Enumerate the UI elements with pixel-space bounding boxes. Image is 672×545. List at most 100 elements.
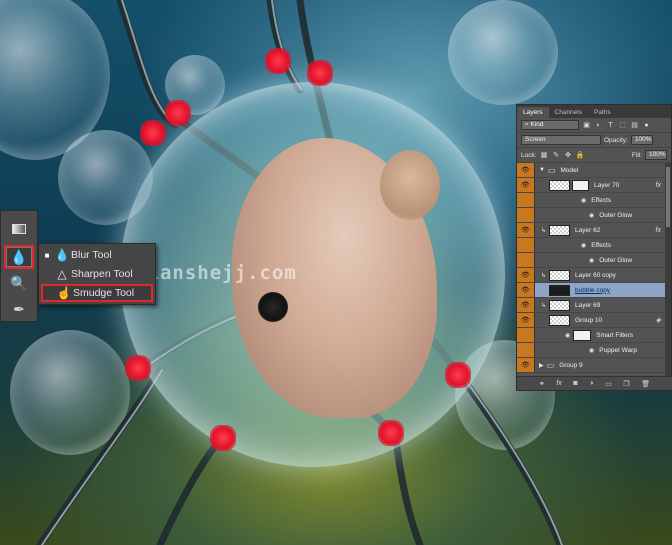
active-bullet-icon: ■ <box>44 250 50 260</box>
shape-filter-icon[interactable]: ⬚ <box>618 121 627 130</box>
panel-tab-bar: Layers Channels Paths <box>517 105 671 118</box>
clip-arrow-icon: ↳ <box>541 272 547 279</box>
red-light <box>165 100 191 126</box>
flyout-item-smudge[interactable]: ☝ Smudge Tool <box>41 284 153 302</box>
tab-channels[interactable]: Channels <box>549 107 588 118</box>
lock-position-icon[interactable]: ✥ <box>564 151 573 160</box>
tab-paths[interactable]: Paths <box>588 107 617 118</box>
new-layer-icon[interactable]: ❐ <box>623 380 629 388</box>
gradient-tool-button[interactable] <box>4 217 34 241</box>
visibility-eye-icon[interactable]: 👁 <box>517 223 535 237</box>
layer-row-smart-filters[interactable]: ◉ Smart Filters <box>517 328 665 343</box>
pixel-filter-icon[interactable]: ▣ <box>582 121 591 130</box>
tab-layers[interactable]: Layers <box>517 107 549 118</box>
red-light <box>125 355 151 381</box>
layer-thumbnail <box>549 224 571 236</box>
lock-transparency-icon[interactable]: ▦ <box>540 151 549 160</box>
visibility-eye-icon[interactable]: 👁 <box>517 298 535 312</box>
eye-small-icon[interactable]: ◉ <box>581 242 586 249</box>
layer-thumbnail <box>549 269 571 281</box>
visibility-eye-icon[interactable]: 👁 <box>517 358 535 372</box>
folder-icon[interactable]: ▭ <box>605 380 612 388</box>
flyout-item-label: Sharpen Tool <box>71 268 133 280</box>
lock-row: Lock: ▦ ✎ ✥ 🔒 Fill: 100% <box>517 148 671 163</box>
lock-all-icon[interactable]: 🔒 <box>576 151 585 160</box>
figure-head <box>380 150 440 220</box>
layer-row-puppet-warp[interactable]: ◉ Puppet Warp <box>517 343 665 358</box>
layer-row-layer-60-copy[interactable]: 👁 ↳ Layer 60 copy <box>517 268 665 283</box>
layer-row-bubble-copy[interactable]: 👁 bubble copy <box>517 283 665 298</box>
layer-row-effects[interactable]: ◉ Effects <box>517 193 665 208</box>
sharpen-triangle-icon: △ <box>57 267 67 281</box>
dodge-tool-button[interactable]: 🔍 <box>4 271 34 295</box>
layer-row-model[interactable]: 👁 ▼ ▭ Model <box>517 163 665 178</box>
adjustment-icon[interactable]: ◑ <box>589 380 593 387</box>
eye-small-icon[interactable]: ◉ <box>589 212 594 219</box>
smudge-finger-icon: ☝ <box>56 286 72 300</box>
layer-name: Layer 62 <box>575 226 601 234</box>
magnifier-icon: 🔍 <box>10 274 28 291</box>
kind-filter-select[interactable]: ⌕ Kind <box>521 120 579 130</box>
adjustment-filter-icon[interactable]: ◐ <box>594 121 603 130</box>
mask-icon[interactable]: ◙ <box>573 380 577 387</box>
layer-name: Layer 60 copy <box>575 271 616 279</box>
lock-label: Lock: <box>521 151 537 159</box>
layer-name: Smart Filters <box>596 331 634 339</box>
pen-tool-button[interactable]: ✒ <box>4 297 34 321</box>
trash-icon[interactable]: 🗑 <box>641 380 650 388</box>
opacity-input[interactable]: 100% <box>630 135 653 145</box>
flyout-item-label: Blur Tool <box>71 249 112 261</box>
flyout-item-sharpen[interactable]: △ Sharpen Tool <box>41 265 153 283</box>
layer-name: Layer 70 <box>594 181 620 189</box>
layer-row-layer-69[interactable]: 👁 ↳ Layer 69 <box>517 298 665 313</box>
scroll-thumb[interactable] <box>666 167 670 227</box>
layer-list: 👁 ▼ ▭ Model 👁 Layer 70 fx ◉ Effects ◉ Ou… <box>517 163 672 377</box>
layer-row-outer-glow[interactable]: ◉ Outer Glow <box>517 208 665 223</box>
red-light <box>210 425 236 451</box>
filter-toggle-icon[interactable]: ● <box>642 121 651 130</box>
red-light <box>265 48 291 74</box>
layer-row-layer-70[interactable]: 👁 Layer 70 fx <box>517 178 665 193</box>
flyout-item-label: Smudge Tool <box>73 287 135 299</box>
layer-name: Group 9 <box>559 361 583 369</box>
expand-arrow-icon[interactable]: ▶ <box>539 362 544 369</box>
pen-nib-icon: ✒ <box>13 300 25 317</box>
mechanical-joint <box>258 292 288 322</box>
smart-object-filter-icon[interactable]: ▤ <box>630 121 639 130</box>
filter-mask-thumbnail <box>573 329 592 341</box>
layer-row-outer-glow[interactable]: ◉ Outer Glow <box>517 253 665 268</box>
red-light <box>378 420 404 446</box>
eye-small-icon[interactable]: ◉ <box>565 332 570 339</box>
flyout-item-blur[interactable]: ■ 💧 Blur Tool <box>41 246 153 264</box>
fill-input[interactable]: 100% <box>645 150 667 160</box>
link-icon[interactable]: ⚭ <box>539 380 545 388</box>
visibility-eye-icon[interactable]: 👁 <box>517 313 535 327</box>
fx-badge-icon[interactable]: fx <box>656 182 661 189</box>
layers-scrollbar[interactable] <box>665 163 671 377</box>
filter-row: ⌕ Kind ▣ ◐ T ⬚ ▤ ● <box>517 118 671 133</box>
blend-mode-select[interactable]: Screen <box>521 135 601 145</box>
visibility-eye-icon[interactable]: 👁 <box>517 178 535 192</box>
type-filter-icon[interactable]: T <box>606 121 615 130</box>
fx-icon[interactable]: fx <box>556 380 561 387</box>
eye-small-icon[interactable]: ◉ <box>581 197 586 204</box>
expand-arrow-icon[interactable]: ▼ <box>539 167 545 173</box>
layer-row-group-10[interactable]: 👁 Group 10 ◈ <box>517 313 665 328</box>
eye-small-icon[interactable]: ◉ <box>589 257 594 264</box>
lock-image-icon[interactable]: ✎ <box>552 151 561 160</box>
visibility-eye-icon[interactable]: 👁 <box>517 268 535 282</box>
fill-label: Fill: <box>631 151 642 159</box>
visibility-eye-icon[interactable]: 👁 <box>517 163 535 177</box>
eye-small-icon[interactable]: ◉ <box>589 347 594 354</box>
tools-panel: 💧 🔍 ✒ <box>0 210 38 322</box>
gradient-icon <box>12 224 26 234</box>
layer-row-layer-62[interactable]: 👁 ↳ Layer 62 fx <box>517 223 665 238</box>
layer-row-effects[interactable]: ◉ Effects <box>517 238 665 253</box>
smart-object-badge-icon: ◈ <box>655 317 661 324</box>
layer-row-group-9[interactable]: 👁 ▶ ▭ Group 9 <box>517 358 665 373</box>
layer-name: Outer Glow <box>599 211 633 219</box>
visibility-eye-icon[interactable]: 👁 <box>517 283 535 297</box>
layer-thumbnail <box>549 284 570 296</box>
fx-badge-icon[interactable]: fx <box>656 227 661 234</box>
blur-tool-button[interactable]: 💧 <box>4 245 34 269</box>
